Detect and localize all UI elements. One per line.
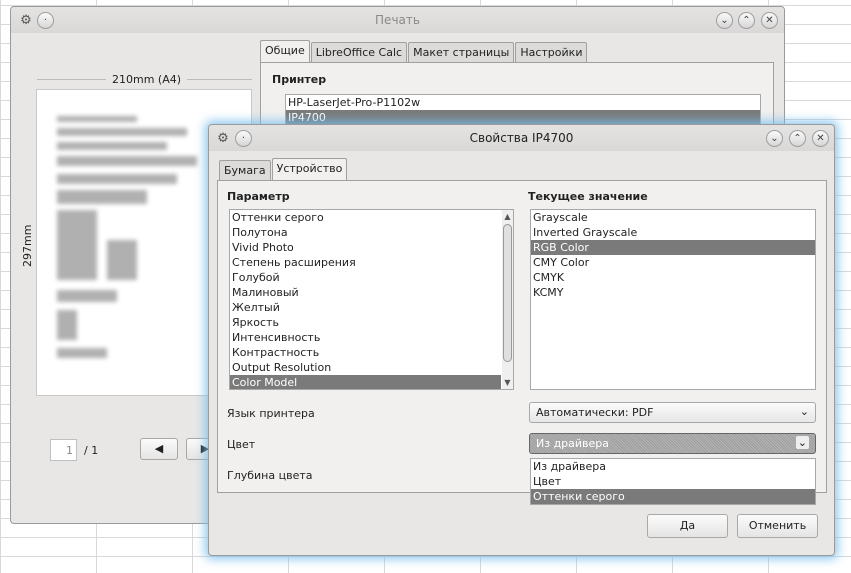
close-icon[interactable]: ✕ [761, 12, 778, 29]
printer-section-title: Принтер [272, 73, 327, 86]
properties-tabs: Бумага Устройство [219, 158, 348, 180]
param-item[interactable]: Голубой [230, 270, 513, 285]
value-item[interactable]: RGB Color [531, 240, 815, 255]
scroll-thumb[interactable] [503, 224, 512, 362]
prev-arrow-icon: ◀ [154, 442, 164, 455]
page-width-label: 210mm (A4) [106, 73, 188, 86]
page-number-input[interactable]: 1 [50, 439, 77, 461]
param-item[interactable]: Контрастность [230, 345, 513, 360]
param-list[interactable]: Оттенки серого Полутона Vivid Photo Степ… [229, 209, 514, 390]
printer-lang-select[interactable]: Автоматически: PDF ⌄ [529, 402, 816, 423]
param-item[interactable]: Output Resolution [230, 360, 513, 375]
printer-lang-value: Автоматически: PDF [536, 406, 654, 419]
param-header: Параметр [227, 190, 290, 203]
value-item[interactable]: KCMY [531, 285, 815, 300]
value-item[interactable]: CMYK [531, 270, 815, 285]
ok-button[interactable]: Да [647, 514, 728, 538]
tab-page-layout[interactable]: Макет страницы [408, 42, 515, 62]
param-item[interactable]: Степень расширения [230, 255, 513, 270]
param-item[interactable]: Vivid Photo [230, 240, 513, 255]
value-item[interactable]: Grayscale [531, 210, 815, 225]
maximize-icon[interactable]: ⌃ [738, 12, 755, 29]
depth-label: Глубина цвета [227, 469, 313, 482]
print-tabs: Общие LibreOffice Calc Макет страницы На… [260, 40, 588, 62]
color-option[interactable]: Из драйвера [531, 459, 815, 474]
param-item[interactable]: Интенсивность [230, 330, 513, 345]
printer-item[interactable]: IP4700 [286, 110, 760, 125]
page-number-value: 1 [66, 444, 73, 457]
properties-dialog: ⚙ · Свойства IP4700 ⌄ ⌃ ✕ Бумага Устройс… [208, 124, 835, 556]
param-item[interactable]: Яркость [230, 315, 513, 330]
color-label: Цвет [227, 438, 256, 451]
scroll-down-icon[interactable]: ▼ [502, 378, 513, 387]
close-icon[interactable]: ✕ [812, 130, 829, 147]
color-dropdown-popup[interactable]: Из драйвера Цвет Оттенки серого [530, 458, 816, 505]
color-select[interactable]: Из драйвера ⌄ [529, 433, 816, 454]
printer-item[interactable]: HP-LaserJet-Pro-P1102w [286, 95, 760, 110]
color-select-value: Из драйвера [536, 437, 610, 450]
prev-page-button[interactable]: ◀ [140, 438, 178, 460]
param-item[interactable]: Color Model [230, 375, 501, 389]
tab-libreoffice-calc[interactable]: LibreOffice Calc [310, 42, 408, 62]
minimize-icon[interactable]: ⌄ [766, 130, 783, 147]
chevron-down-icon: ⌄ [799, 405, 809, 418]
param-item[interactable]: Желтый [230, 300, 513, 315]
param-item[interactable]: Полутона [230, 225, 513, 240]
tab-device[interactable]: Устройство [271, 158, 348, 180]
value-item[interactable]: CMY Color [531, 255, 815, 270]
value-header: Текущее значение [528, 190, 648, 203]
tab-paper[interactable]: Бумага [219, 160, 271, 180]
color-option[interactable]: Оттенки серого [531, 489, 815, 504]
cancel-button[interactable]: Отменить [737, 514, 818, 538]
tab-general[interactable]: Общие [260, 40, 310, 62]
chevron-down-icon: ⌄ [795, 436, 809, 449]
printer-lang-label: Язык принтера [227, 407, 315, 420]
param-item[interactable]: Малиновый [230, 285, 513, 300]
value-item[interactable]: Inverted Grayscale [531, 225, 815, 240]
print-dialog-title: Печать [375, 13, 420, 27]
scroll-up-icon[interactable]: ▲ [502, 212, 513, 221]
minimize-icon[interactable]: ⌄ [716, 12, 733, 29]
page-total-label: / 1 [84, 444, 99, 457]
color-option[interactable]: Цвет [531, 474, 815, 489]
device-tab-panel: Параметр Текущее значение Оттенки серого… [217, 180, 827, 493]
print-dialog-titlebar: ⚙ · Печать ⌄ ⌃ ✕ [11, 7, 784, 33]
param-scrollbar[interactable]: ▲ ▼ [502, 210, 513, 389]
value-list[interactable]: Grayscale Inverted Grayscale RGB Color C… [530, 209, 816, 390]
properties-dialog-title: Свойства IP4700 [469, 131, 574, 145]
properties-dialog-titlebar: ⚙ · Свойства IP4700 ⌄ ⌃ ✕ [209, 125, 834, 151]
maximize-icon[interactable]: ⌃ [789, 130, 806, 147]
page-height-label: 297mm [21, 224, 34, 267]
param-item[interactable]: Оттенки серого [230, 210, 513, 225]
tab-settings[interactable]: Настройки [515, 42, 588, 62]
